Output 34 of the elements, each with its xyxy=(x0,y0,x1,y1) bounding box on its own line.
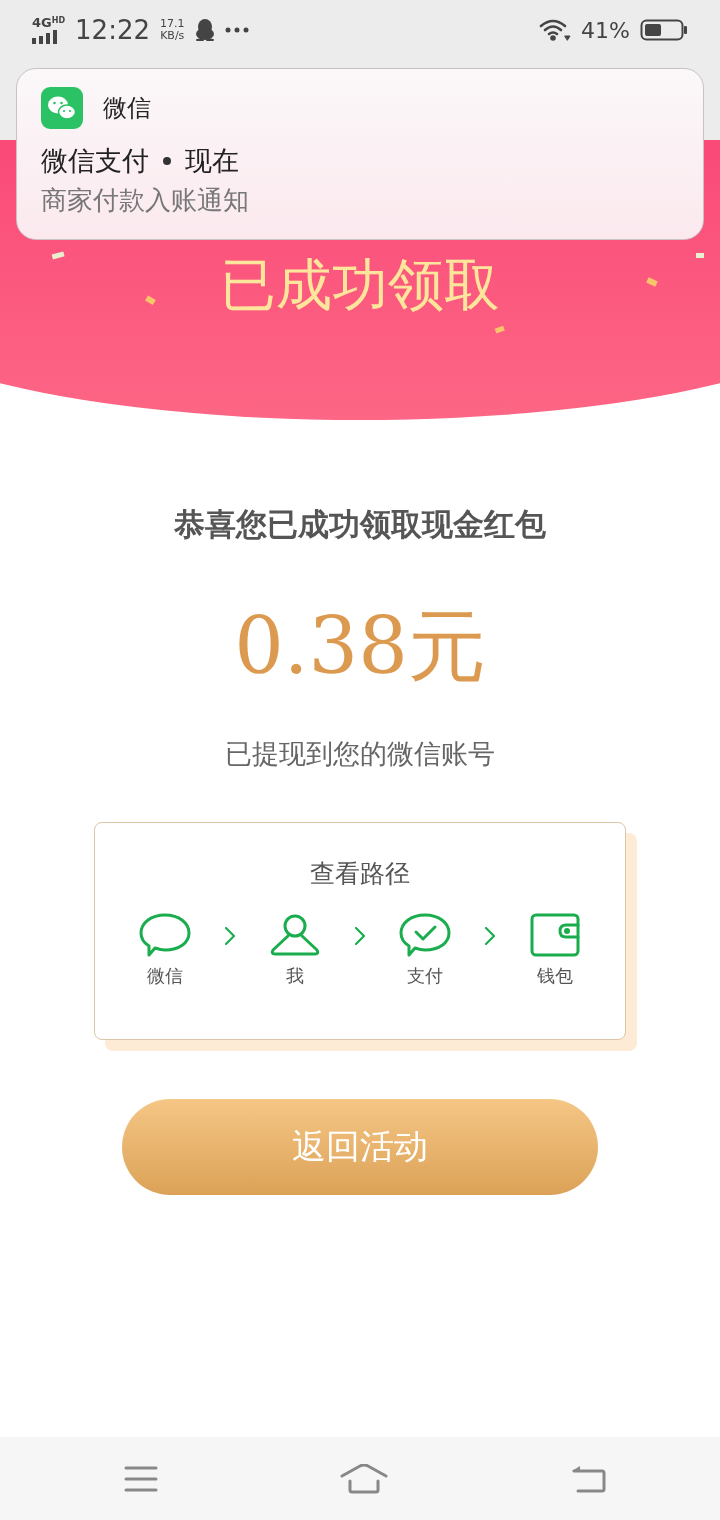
step-label: 支付 xyxy=(407,964,443,988)
app-name: 微信 xyxy=(103,93,151,124)
notification-card[interactable]: 微信 微信支付 现在 商家付款入账通知 xyxy=(16,68,704,240)
step-label: 钱包 xyxy=(537,964,573,988)
notification-time: 现在 xyxy=(185,144,239,178)
chevron-icon xyxy=(484,926,496,946)
banner-title: 已成功领取 xyxy=(220,251,500,319)
network-type: 4G xyxy=(32,16,52,29)
battery-percent: 41% xyxy=(581,17,630,43)
amount: 0.38元 xyxy=(234,600,486,693)
battery-icon xyxy=(640,18,688,42)
clock: 12:22 xyxy=(75,15,150,45)
check-bubble-icon xyxy=(399,912,451,958)
step-label: 微信 xyxy=(147,964,183,988)
speed-unit: KB/s xyxy=(160,30,185,42)
headline: 恭喜您已成功领取现金红包 xyxy=(174,505,546,544)
chat-bubble-icon xyxy=(139,912,191,958)
wifi-icon xyxy=(539,19,572,41)
separator-dot xyxy=(163,157,171,165)
step-label: 我 xyxy=(286,964,304,988)
card-title: 查看路径 xyxy=(310,858,410,890)
penguin-icon xyxy=(194,19,215,41)
subtitle: 已提现到您的微信账号 xyxy=(225,737,495,771)
signal-icon xyxy=(32,30,58,44)
notification-title: 微信支付 xyxy=(41,144,149,178)
network-label: HD xyxy=(51,16,66,25)
notification-text: 商家付款入账通知 xyxy=(41,184,250,217)
network-speed: 17.1 xyxy=(160,18,185,30)
more-icon xyxy=(224,27,249,33)
chevron-icon xyxy=(224,926,236,946)
wallet-icon xyxy=(529,912,581,958)
chat-bubbles-icon xyxy=(41,87,83,129)
person-icon xyxy=(269,912,321,958)
chevron-icon xyxy=(354,926,366,946)
